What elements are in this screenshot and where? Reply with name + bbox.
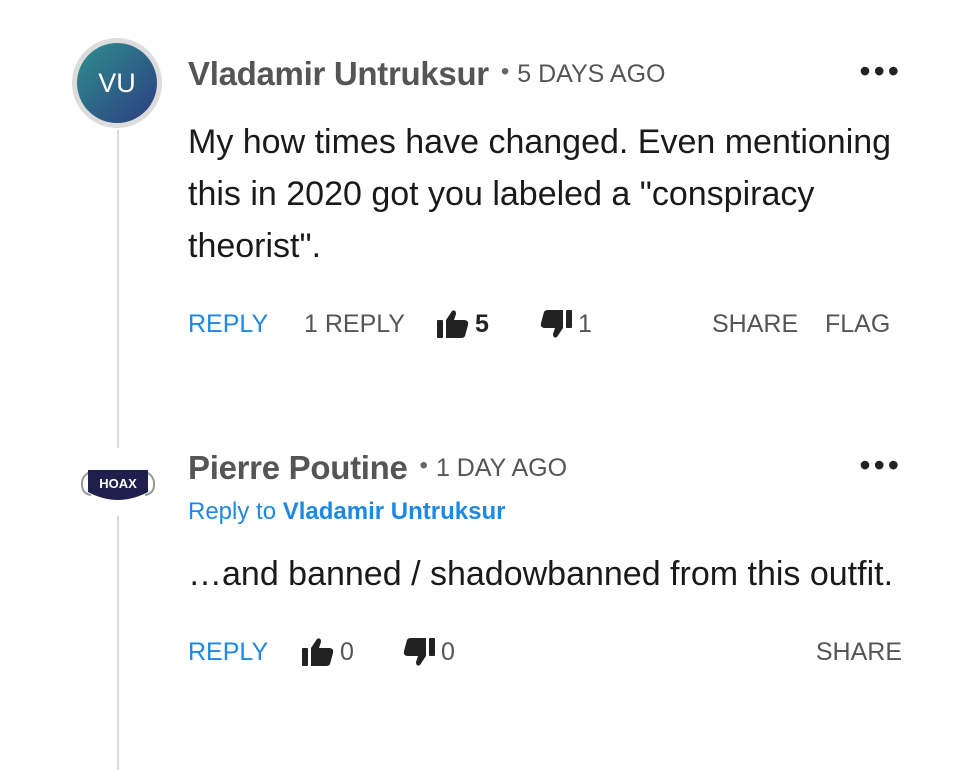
reply-to-author-link[interactable]: Vladamir Untruksur (283, 498, 506, 525)
thumbs-up-icon (302, 638, 334, 666)
avatar[interactable]: VU (72, 38, 162, 128)
avatar-initials: VU (77, 43, 157, 123)
share-button[interactable]: SHARE (816, 632, 902, 672)
avatar-label: HOAX (99, 476, 137, 491)
upvote-button[interactable]: 5 (437, 304, 489, 344)
more-options-icon[interactable]: ••• (859, 449, 902, 481)
thumbs-up-icon (437, 310, 469, 338)
comment-author[interactable]: Vladamir Untruksur (188, 55, 489, 93)
reply-to-line: Reply to Vladamir Untruksur (188, 498, 902, 526)
downvote-count: 0 (441, 637, 455, 666)
upvote-button[interactable]: 0 (302, 632, 354, 672)
more-options-icon[interactable]: ••• (859, 55, 902, 87)
separator-dot: • (500, 58, 510, 85)
comment-timestamp: 1 DAY AGO (435, 453, 568, 482)
comment-actions: REPLY 0 0 SHARE (188, 632, 902, 672)
upvote-count: 5 (475, 309, 489, 338)
downvote-button[interactable]: 0 (403, 632, 455, 672)
view-replies-button[interactable]: 1 REPLY (304, 304, 405, 344)
flag-button[interactable]: FLAG (825, 304, 890, 344)
share-button[interactable]: SHARE (712, 304, 798, 344)
comment-body: My how times have changed. Even mentioni… (188, 123, 892, 265)
thread-line (117, 516, 119, 770)
comment-actions: REPLY 1 REPLY 5 1 SHARE FLAG (188, 304, 902, 344)
reply-to-prefix: Reply to (188, 498, 277, 525)
hoax-mask-icon: HOAX (80, 470, 156, 500)
thumbs-down-icon (403, 638, 435, 666)
downvote-count: 1 (578, 309, 592, 338)
comment: Vladamir Untruksur • 5 DAYS AGO ••• My h… (188, 52, 902, 344)
avatar[interactable]: HOAX (78, 462, 158, 512)
comment-body: …and banned / shadowbanned from this out… (188, 555, 894, 593)
comment: Pierre Poutine • 1 DAY AGO ••• Reply to … (188, 446, 902, 672)
reply-button[interactable]: REPLY (188, 304, 268, 344)
thumbs-down-icon (540, 310, 572, 338)
separator-dot: • (419, 452, 428, 479)
comment-header: Vladamir Untruksur • 5 DAYS AGO ••• (188, 52, 902, 96)
comment-timestamp: 5 DAYS AGO (517, 59, 666, 88)
comment-author[interactable]: Pierre Poutine (188, 449, 408, 487)
upvote-count: 0 (340, 637, 354, 666)
comment-header: Pierre Poutine • 1 DAY AGO ••• (188, 446, 902, 490)
reply-button[interactable]: REPLY (188, 632, 268, 672)
thread-line (117, 130, 119, 448)
downvote-button[interactable]: 1 (540, 304, 592, 344)
